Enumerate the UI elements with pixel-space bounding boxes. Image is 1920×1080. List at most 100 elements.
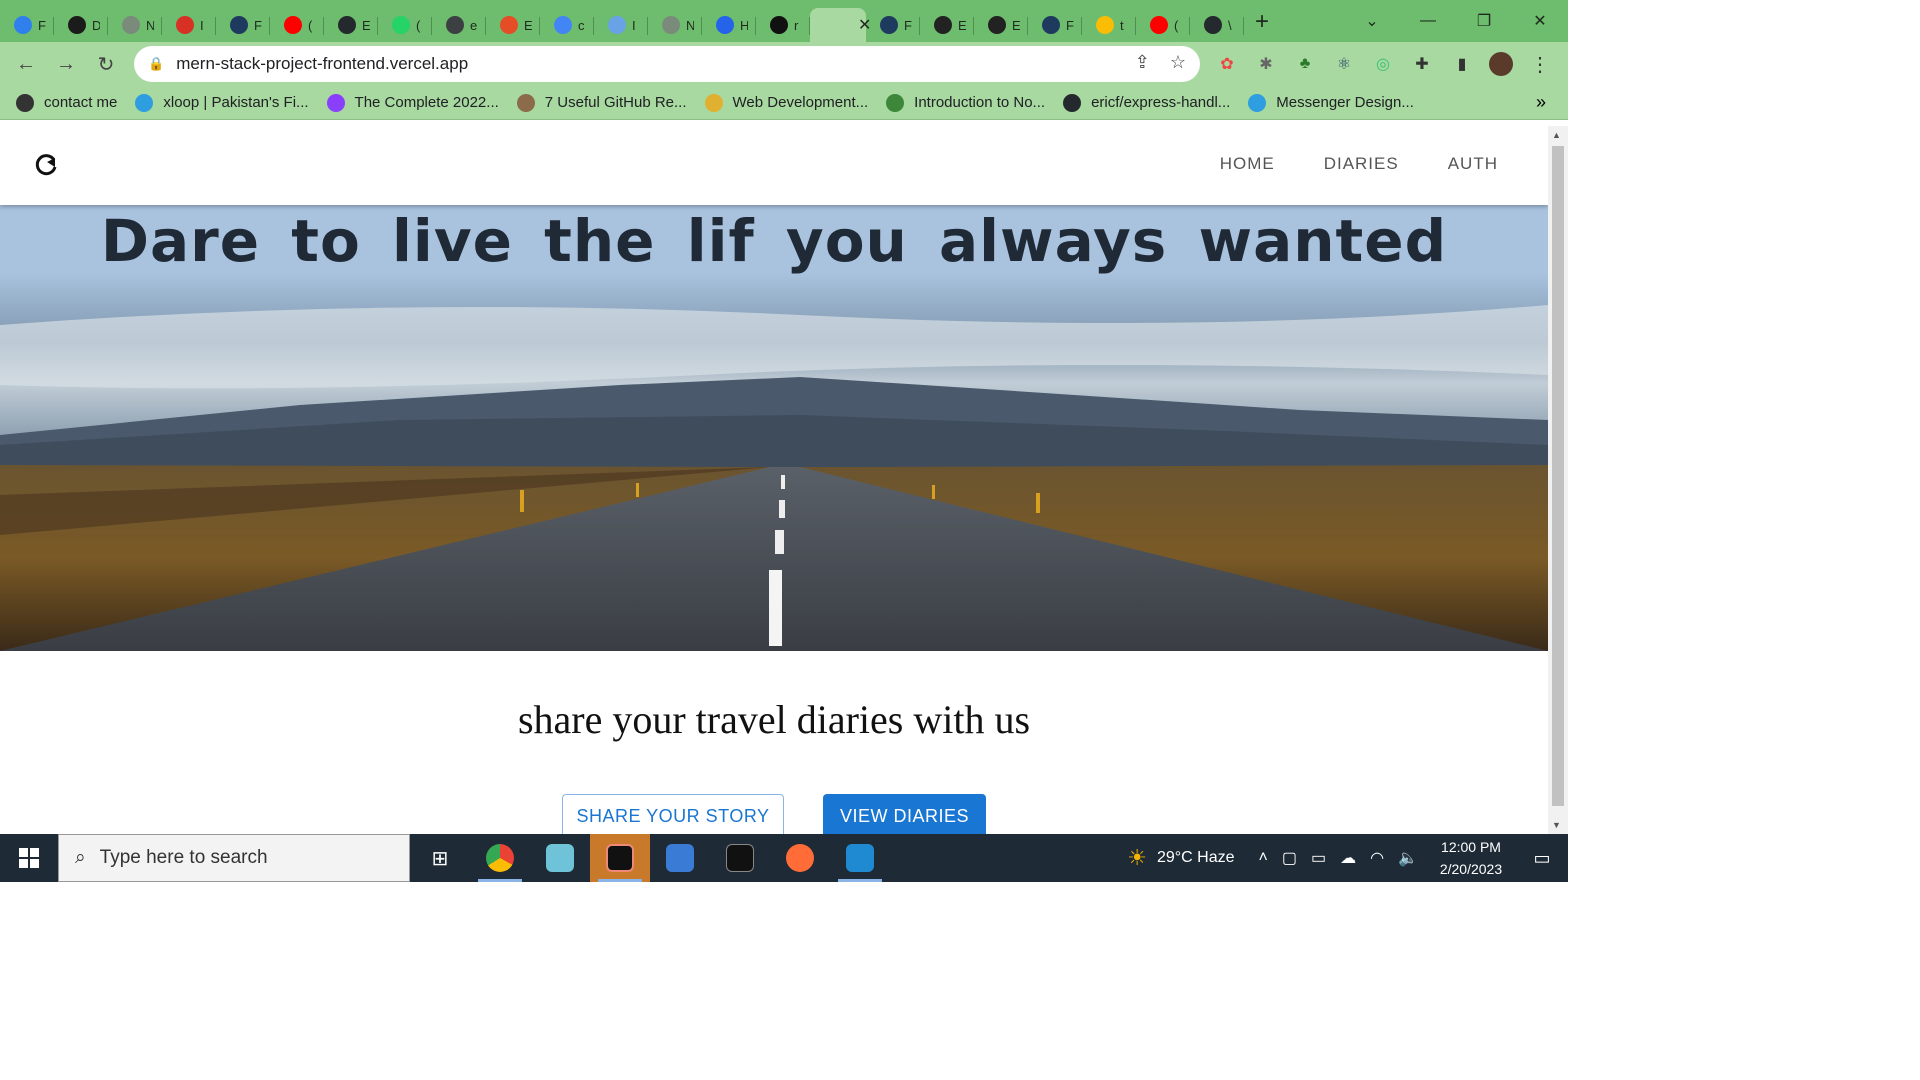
address-bar[interactable]: 🔒 mern-stack-project-frontend.vercel.app… xyxy=(134,46,1200,82)
tab-favicon-icon xyxy=(338,16,356,34)
browser-tab[interactable]: N xyxy=(108,8,162,42)
windows-start-icon[interactable] xyxy=(0,834,58,882)
forward-icon[interactable]: → xyxy=(46,44,86,84)
browser-tab[interactable]: I xyxy=(162,8,216,42)
browser-tab[interactable]: F xyxy=(0,8,54,42)
page-scrollbar[interactable]: ▲ ▼ xyxy=(1548,126,1568,834)
bookmark-label: ericf/express-handl... xyxy=(1091,94,1231,111)
tab-favicon-icon xyxy=(1096,16,1114,34)
browser-tab-strip: F D N I F (E (e Ec I N Hr R✕ F E E Ft (\ + xyxy=(0,0,1568,42)
bookmark-item[interactable]: xloop | Pakistan's Fi... xyxy=(135,93,309,112)
browser-tab[interactable]: c xyxy=(540,8,594,42)
nav-home[interactable]: HOME xyxy=(1220,154,1275,174)
browser-tab[interactable]: E xyxy=(324,8,378,42)
minimize-window-button[interactable]: — xyxy=(1400,0,1456,42)
bookmark-favicon-icon xyxy=(886,93,905,112)
color-picker-extension-icon[interactable]: ✿ xyxy=(1215,52,1239,76)
weather-text[interactable]: 29°C Haze xyxy=(1157,849,1235,867)
bookmark-favicon-icon xyxy=(1063,93,1082,112)
browser-tab[interactable]: e xyxy=(432,8,486,42)
terminal-taskbar-icon[interactable] xyxy=(590,834,650,882)
search-icon: ⌕ xyxy=(75,847,86,868)
browser-tab[interactable]: ( xyxy=(378,8,432,42)
browser-tab[interactable]: N xyxy=(648,8,702,42)
taskbar-clock[interactable]: 12:00 PM 2/20/2023 xyxy=(1426,836,1516,880)
new-tab-button[interactable]: + xyxy=(1244,5,1280,39)
notepad-taskbar-icon[interactable] xyxy=(530,834,590,882)
scroll-thumb[interactable] xyxy=(1552,146,1564,806)
tab-favicon-icon xyxy=(392,16,410,34)
browser-tab[interactable]: E xyxy=(920,8,974,42)
wifi-icon[interactable]: ◠ xyxy=(1370,848,1384,868)
bug-extension-icon[interactable]: ✱ xyxy=(1254,52,1278,76)
bookmark-item[interactable]: ericf/express-handl... xyxy=(1063,93,1231,112)
html-tree-extension-icon[interactable]: ♣ xyxy=(1293,52,1317,76)
browser-tab[interactable]: t xyxy=(1082,8,1136,42)
browser-tab[interactable]: R✕ xyxy=(810,8,871,42)
bookmark-item[interactable]: Introduction to No... xyxy=(886,93,1045,112)
browser-tab[interactable]: D xyxy=(54,8,108,42)
bookmark-item[interactable]: Web Development... xyxy=(704,93,869,112)
chrome-taskbar-icon[interactable] xyxy=(470,834,530,882)
onedrive-icon[interactable]: ☁ xyxy=(1340,848,1356,868)
tab-title: N xyxy=(686,17,694,33)
share-icon[interactable]: ⇪ xyxy=(1135,52,1150,73)
photos-taskbar-icon[interactable] xyxy=(650,834,710,882)
bookmark-item[interactable]: contact me xyxy=(16,93,117,112)
browser-tab[interactable]: E xyxy=(974,8,1028,42)
browser-menu-icon[interactable]: ⋮ xyxy=(1528,52,1552,76)
tab-title: E xyxy=(1012,17,1020,33)
restore-window-button[interactable]: ❐ xyxy=(1456,0,1512,42)
nav-auth[interactable]: AUTH xyxy=(1448,154,1498,174)
lock-icon: 🔒 xyxy=(148,56,165,71)
bookmark-item[interactable]: The Complete 2022... xyxy=(326,93,499,112)
notifications-icon[interactable]: ▭ xyxy=(1516,848,1568,869)
bookmark-star-icon[interactable]: ☆ xyxy=(1170,52,1186,73)
taskbar-search-box[interactable]: ⌕ Type here to search xyxy=(58,834,410,882)
browser-tab[interactable]: E xyxy=(486,8,540,42)
browser-tab[interactable]: \ xyxy=(1190,8,1244,42)
browser-tab[interactable]: ( xyxy=(270,8,324,42)
tab-title: F xyxy=(254,17,262,33)
browser-tab[interactable]: F xyxy=(1028,8,1082,42)
bookmark-favicon-icon xyxy=(704,93,723,112)
view-diaries-button[interactable]: VIEW DIARIES xyxy=(823,794,986,834)
vscode-taskbar-icon[interactable] xyxy=(830,834,890,882)
volume-icon[interactable]: 🔈 xyxy=(1398,848,1418,868)
weather-icon: ☀ xyxy=(1127,845,1147,870)
extensions-puzzle-icon[interactable]: ✚ xyxy=(1410,52,1434,76)
bookmark-item[interactable]: Messenger Design... xyxy=(1248,93,1414,112)
react-devtools-icon[interactable]: ⚛ xyxy=(1332,52,1356,76)
browser-tab[interactable]: ( xyxy=(1136,8,1190,42)
more-bookmarks-icon[interactable]: » xyxy=(1536,92,1546,113)
side-panel-icon[interactable]: ▮ xyxy=(1450,52,1474,76)
bookmark-item[interactable]: 7 Useful GitHub Re... xyxy=(516,93,687,112)
profile-avatar[interactable] xyxy=(1489,52,1513,76)
browser-tab[interactable]: r xyxy=(756,8,810,42)
postman-taskbar-icon[interactable] xyxy=(770,834,830,882)
browser-tab[interactable]: F xyxy=(866,8,920,42)
tab-title: E xyxy=(524,17,532,33)
scroll-up-icon[interactable]: ▲ xyxy=(1552,130,1561,140)
back-icon[interactable]: ← xyxy=(6,44,46,84)
app-header: HOME DIARIES AUTH xyxy=(0,126,1548,205)
show-hidden-icons-icon[interactable]: ˄ xyxy=(1259,849,1268,867)
meet-now-icon[interactable]: ▢ xyxy=(1282,848,1297,868)
tab-search-icon[interactable]: ⌄ xyxy=(1344,0,1400,42)
browser-tab[interactable]: H xyxy=(702,8,756,42)
reload-icon[interactable]: ↻ xyxy=(86,44,126,84)
battery-icon[interactable]: ▭ xyxy=(1311,848,1326,868)
browser-tab[interactable]: I xyxy=(594,8,648,42)
close-window-button[interactable]: ✕ xyxy=(1512,0,1568,42)
cmd-taskbar-icon[interactable] xyxy=(710,834,770,882)
windows-taskbar: ⌕ Type here to search ⊞ ☀ 29°C Haze ˄ ▢ … xyxy=(0,834,1568,882)
refresh-logo-icon[interactable] xyxy=(33,152,59,178)
share-your-story-button[interactable]: SHARE YOUR STORY xyxy=(562,794,784,834)
nav-diaries[interactable]: DIARIES xyxy=(1324,154,1399,174)
tab-title: E xyxy=(362,17,370,33)
browser-tab[interactable]: F xyxy=(216,8,270,42)
green-extension-icon[interactable]: ◎ xyxy=(1371,52,1395,76)
task-view-icon[interactable]: ⊞ xyxy=(410,834,470,882)
bookmark-label: Web Development... xyxy=(732,94,869,111)
scroll-down-icon[interactable]: ▼ xyxy=(1552,820,1561,830)
